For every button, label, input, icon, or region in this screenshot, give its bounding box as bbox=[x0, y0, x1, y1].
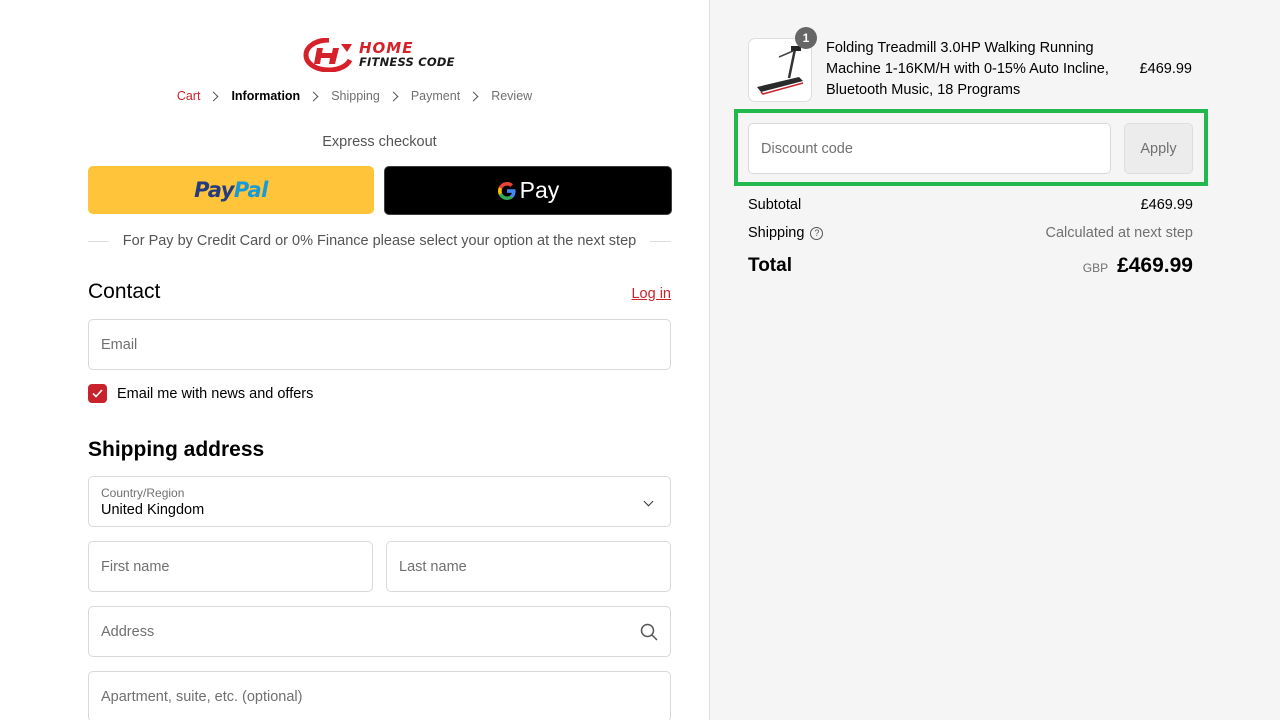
quantity-badge: 1 bbox=[795, 27, 817, 49]
paypal-button[interactable]: PayPal bbox=[88, 166, 374, 214]
total-value: £469.99 bbox=[1117, 254, 1193, 277]
apply-discount-button[interactable]: Apply bbox=[1124, 123, 1193, 174]
search-icon bbox=[640, 623, 658, 641]
contact-heading: Contact bbox=[88, 280, 161, 303]
currency-code: GBP bbox=[1082, 261, 1109, 275]
google-pay-label: Pay bbox=[519, 177, 560, 203]
google-g-icon bbox=[497, 181, 516, 200]
total-label: Total bbox=[748, 255, 792, 276]
product-title: Folding Treadmill 3.0HP Walking Running … bbox=[826, 40, 1109, 98]
breadcrumb-payment: Payment bbox=[410, 89, 461, 103]
newsletter-checkbox[interactable] bbox=[88, 384, 107, 403]
subtotal-value: £469.99 bbox=[1140, 197, 1193, 213]
total-row: Total GBP £469.99 bbox=[748, 254, 1193, 278]
google-pay-button[interactable]: Pay bbox=[384, 166, 672, 215]
first-name-field[interactable]: First name bbox=[88, 541, 373, 592]
chevron-down-icon bbox=[643, 496, 654, 507]
chevron-right-icon bbox=[208, 91, 219, 101]
help-icon[interactable]: ? bbox=[810, 226, 824, 240]
express-divider: For Pay by Credit Card or 0% Finance ple… bbox=[88, 233, 671, 249]
breadcrumb-shipping: Shipping bbox=[331, 89, 380, 103]
breadcrumb-information: Information bbox=[231, 89, 301, 103]
apartment-field[interactable]: Apartment, suite, etc. (optional) bbox=[88, 671, 671, 720]
first-name-placeholder: First name bbox=[101, 558, 170, 575]
shipping-address-heading: Shipping address bbox=[88, 438, 265, 461]
chevron-right-icon bbox=[308, 91, 319, 101]
last-name-placeholder: Last name bbox=[399, 558, 467, 575]
shipping-row: Shipping? Calculated at next step bbox=[748, 225, 1193, 241]
shipping-label: Shipping bbox=[748, 225, 805, 241]
shipping-value: Calculated at next step bbox=[1045, 225, 1193, 241]
divider-line bbox=[650, 240, 671, 242]
logo-line2: FITNESS CODE bbox=[359, 55, 455, 70]
address-field[interactable]: Address bbox=[88, 606, 671, 657]
discount-code-field[interactable]: Discount code bbox=[748, 123, 1111, 174]
express-checkout-label: Express checkout bbox=[322, 134, 437, 150]
country-select[interactable]: Country/Region United Kingdom bbox=[88, 476, 671, 527]
logo-mark-icon bbox=[303, 38, 353, 72]
last-name-field[interactable]: Last name bbox=[386, 541, 671, 592]
country-value: United Kingdom bbox=[101, 502, 205, 518]
logo-line1: HOME bbox=[359, 39, 414, 58]
divider-line bbox=[88, 240, 109, 242]
login-link[interactable]: Log in bbox=[631, 286, 671, 302]
discount-code-placeholder: Discount code bbox=[761, 140, 853, 157]
breadcrumb-review: Review bbox=[491, 89, 533, 103]
apartment-placeholder: Apartment, suite, etc. (optional) bbox=[101, 688, 303, 705]
email-field[interactable]: Email bbox=[88, 319, 671, 370]
newsletter-label: Email me with news and offers bbox=[117, 385, 314, 402]
checkmark-icon bbox=[92, 389, 103, 398]
paypal-logo: PayPal bbox=[194, 178, 268, 202]
finance-note: For Pay by Credit Card or 0% Finance ple… bbox=[122, 233, 637, 249]
breadcrumb-cart[interactable]: Cart bbox=[177, 89, 201, 103]
product-price: £469.99 bbox=[1139, 61, 1192, 77]
country-label: Country/Region bbox=[101, 486, 185, 500]
store-logo[interactable]: HOME FITNESS CODE bbox=[303, 37, 458, 73]
email-placeholder: Email bbox=[101, 336, 138, 353]
chevron-right-icon bbox=[468, 91, 479, 101]
chevron-right-icon bbox=[388, 91, 399, 101]
newsletter-option[interactable]: Email me with news and offers bbox=[88, 384, 313, 403]
order-summary-panel bbox=[709, 0, 1280, 720]
subtotal-label: Subtotal bbox=[748, 197, 802, 213]
address-placeholder: Address bbox=[101, 623, 155, 640]
breadcrumb: Cart Information Shipping Payment Review bbox=[0, 89, 709, 103]
checkout-main-panel: HOME FITNESS CODE Cart Information Shipp… bbox=[0, 0, 709, 720]
subtotal-row: Subtotal £469.99 bbox=[748, 197, 1193, 213]
